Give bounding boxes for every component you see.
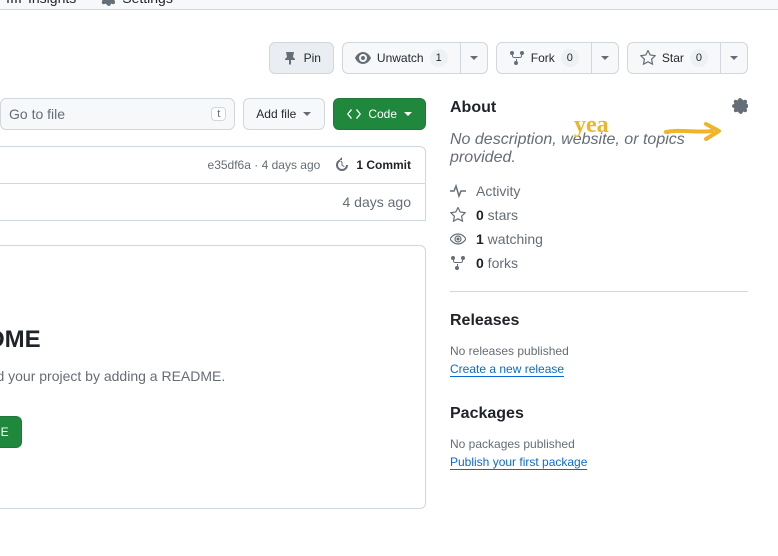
fork-icon: [509, 50, 525, 66]
readme-heading: ADME: [0, 326, 409, 354]
readme-panel: ADME stand your project by adding a READ…: [0, 245, 426, 509]
eye-icon: [450, 231, 466, 247]
code-button[interactable]: Code: [333, 98, 426, 130]
repo-tabs: Insights Settings: [0, 0, 778, 10]
watch-count: 1: [430, 49, 448, 67]
go-to-file-kbd: t: [211, 107, 226, 121]
unwatch-label: Unwatch: [377, 51, 424, 65]
tab-settings[interactable]: Settings: [100, 0, 173, 6]
eye-icon: [355, 50, 371, 66]
watch-group: Unwatch 1: [342, 42, 488, 74]
pulse-icon: [450, 183, 466, 199]
activity-link[interactable]: Activity: [450, 183, 748, 199]
readme-description: stand your project by adding a README.: [0, 368, 409, 384]
releases-empty: No releases published: [450, 344, 748, 358]
code-icon: [346, 106, 362, 122]
fork-label: Fork: [531, 51, 555, 65]
gear-icon: [100, 0, 116, 6]
watching-label: watching: [484, 231, 543, 247]
go-to-file-input[interactable]: Go to file t: [0, 98, 235, 130]
star-group: Star 0: [627, 42, 748, 74]
fork-group: Fork 0: [496, 42, 619, 74]
file-row[interactable]: 4 days ago: [0, 184, 426, 221]
watching-count: 1: [476, 231, 484, 247]
pin-label: Pin: [304, 51, 321, 65]
about-description: No description, website, or topics provi…: [450, 131, 748, 167]
history-icon: [334, 157, 350, 173]
forks-link[interactable]: 0 forks: [450, 255, 748, 271]
create-release-link[interactable]: Create a new release: [450, 362, 564, 377]
activity-label: Activity: [476, 183, 520, 199]
sidebar: About No description, website, or topics…: [450, 98, 748, 509]
chevron-down-icon: [469, 53, 479, 63]
fork-caret[interactable]: [592, 42, 619, 74]
file-time: 4 days ago: [343, 194, 412, 210]
publish-package-link[interactable]: Publish your first package: [450, 455, 587, 470]
commit-count-label: 1 Commit: [356, 158, 411, 172]
add-readme-button[interactable]: DME: [0, 416, 22, 448]
stars-link[interactable]: 0 stars: [450, 207, 748, 223]
fork-button[interactable]: Fork 0: [496, 42, 592, 74]
star-button[interactable]: Star 0: [627, 42, 721, 74]
about-settings-button[interactable]: [732, 98, 748, 117]
star-icon: [640, 50, 656, 66]
chevron-down-icon: [403, 109, 413, 119]
commit-bar: e35df6a · 4 days ago 1 Commit: [0, 146, 426, 184]
fork-count: 0: [561, 49, 579, 67]
divider: [450, 291, 748, 292]
chevron-down-icon: [302, 109, 312, 119]
star-caret[interactable]: [721, 42, 748, 74]
code-label: Code: [368, 107, 397, 121]
unwatch-button[interactable]: Unwatch 1: [342, 42, 461, 74]
forks-count: 0: [476, 255, 484, 271]
add-file-label: Add file: [256, 107, 296, 121]
forks-label: forks: [484, 255, 518, 271]
chevron-down-icon: [729, 53, 739, 63]
commit-time: 4 days ago: [262, 158, 321, 172]
about-heading: About: [450, 99, 496, 117]
releases-heading: Releases: [450, 312, 748, 330]
commit-sha: e35df6a: [208, 158, 251, 172]
files-column: Go to file t Add file Code e35df6a · 4 d…: [0, 98, 426, 509]
fork-icon: [450, 255, 466, 271]
gear-icon: [732, 98, 748, 114]
chevron-down-icon: [600, 53, 610, 63]
star-label: Star: [662, 51, 684, 65]
add-readme-label: DME: [0, 425, 9, 439]
pin-button[interactable]: Pin: [269, 42, 334, 74]
tab-insights-label: Insights: [28, 0, 76, 6]
tab-settings-label: Settings: [122, 0, 173, 6]
add-file-button[interactable]: Add file: [243, 98, 325, 130]
stars-count: 0: [476, 207, 484, 223]
go-to-file-placeholder: Go to file: [9, 106, 65, 122]
tab-insights[interactable]: Insights: [6, 0, 76, 6]
watching-link[interactable]: 1 watching: [450, 231, 748, 247]
pin-icon: [282, 50, 298, 66]
star-icon: [450, 207, 466, 223]
repo-actions: Pin Unwatch 1 Fork 0 Star 0: [0, 10, 778, 74]
graph-icon: [6, 0, 22, 6]
star-count: 0: [690, 49, 708, 67]
stars-label: stars: [484, 207, 518, 223]
watch-caret[interactable]: [461, 42, 488, 74]
file-toolbar: Go to file t Add file Code: [0, 98, 426, 130]
commit-count[interactable]: 1 Commit: [334, 157, 411, 173]
packages-heading: Packages: [450, 405, 748, 423]
packages-empty: No packages published: [450, 437, 748, 451]
commit-info[interactable]: e35df6a · 4 days ago: [208, 158, 321, 172]
